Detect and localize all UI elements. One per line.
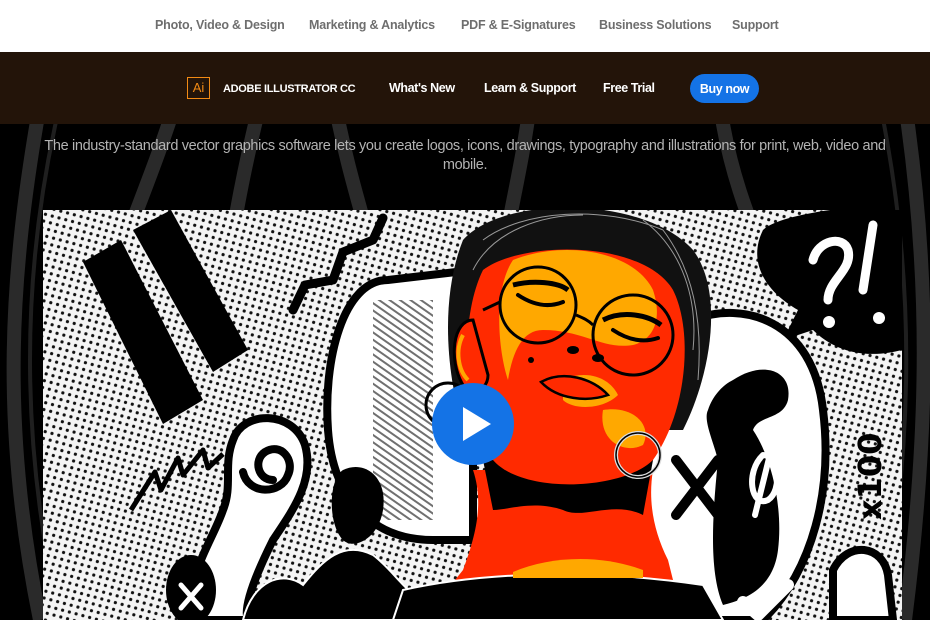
play-video-button[interactable] <box>432 383 514 465</box>
global-nav-business-solutions[interactable]: Business Solutions <box>599 18 712 32</box>
global-nav-photo-video-design[interactable]: Photo, Video & Design <box>155 18 285 32</box>
hero-section: The industry-standard vector graphics so… <box>0 124 930 620</box>
global-nav: Photo, Video & Design Marketing & Analyt… <box>0 0 930 52</box>
global-nav-marketing-analytics[interactable]: Marketing & Analytics <box>309 18 435 32</box>
product-nav <box>0 52 930 124</box>
hero-tagline: The industry-standard vector graphics so… <box>44 138 886 173</box>
doodle-dot <box>873 312 885 324</box>
global-nav-pdf-e-signatures[interactable]: PDF & E-Signatures <box>461 18 576 32</box>
doodle-x100-text: x100 <box>851 433 889 520</box>
doodle-dot <box>823 316 835 328</box>
nostril <box>567 346 579 354</box>
global-nav-support[interactable]: Support <box>732 18 779 32</box>
illustrator-logo-icon[interactable]: Ai <box>187 77 210 99</box>
product-name-link[interactable]: ADOBE ILLUSTRATOR CC <box>223 83 356 95</box>
free-trial-link[interactable]: Free Trial <box>603 81 655 95</box>
whats-new-link[interactable]: What's New <box>389 81 455 95</box>
buy-now-button[interactable]: Buy now <box>690 74 759 103</box>
learn-support-link[interactable]: Learn & Support <box>484 81 576 95</box>
play-icon <box>463 407 491 441</box>
doodle-white-blob-bottom-right <box>829 546 898 620</box>
beauty-mark <box>528 357 534 363</box>
nostril <box>592 354 604 362</box>
hatching-left <box>373 300 433 520</box>
